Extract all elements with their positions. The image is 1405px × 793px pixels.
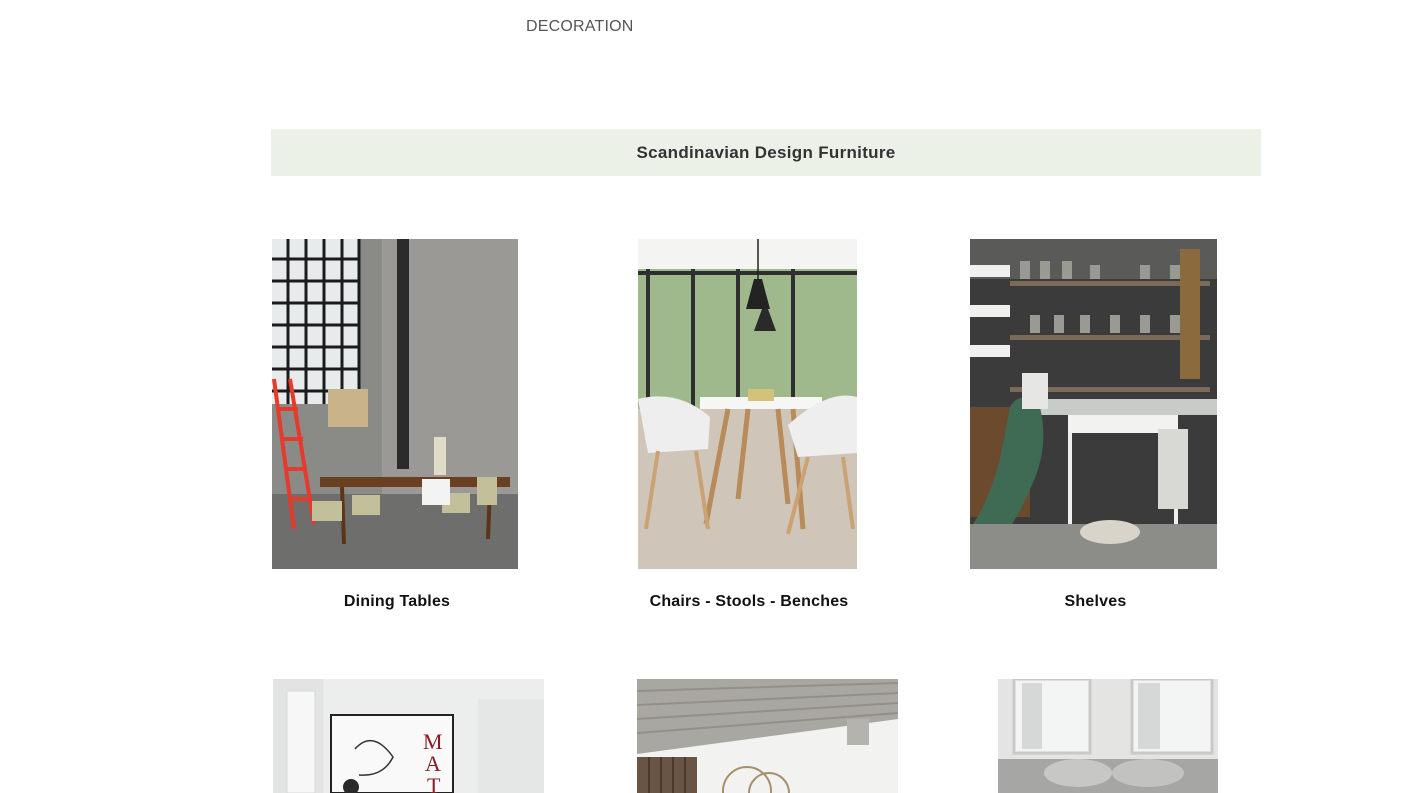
wall-shelves-photo[interactable] xyxy=(970,239,1217,569)
category-label[interactable]: Shelves xyxy=(970,593,1221,611)
chairs-dining-photo[interactable] xyxy=(638,239,857,569)
sofa-window-photo[interactable] xyxy=(998,679,1218,793)
poster-wall-photo[interactable]: M A T xyxy=(273,679,544,793)
section-banner: Scandinavian Design Furniture xyxy=(271,129,1261,176)
concrete-ceiling-room-photo[interactable] xyxy=(637,679,898,793)
nav-decoration-link[interactable]: DECORATION xyxy=(526,18,633,36)
section-title: Scandinavian Design Furniture xyxy=(636,142,896,162)
category-label[interactable]: Dining Tables xyxy=(272,593,522,611)
svg-text:T: T xyxy=(427,773,441,793)
dining-room-photo[interactable] xyxy=(272,239,518,569)
category-label[interactable]: Chairs - Stools - Benches xyxy=(638,593,860,611)
